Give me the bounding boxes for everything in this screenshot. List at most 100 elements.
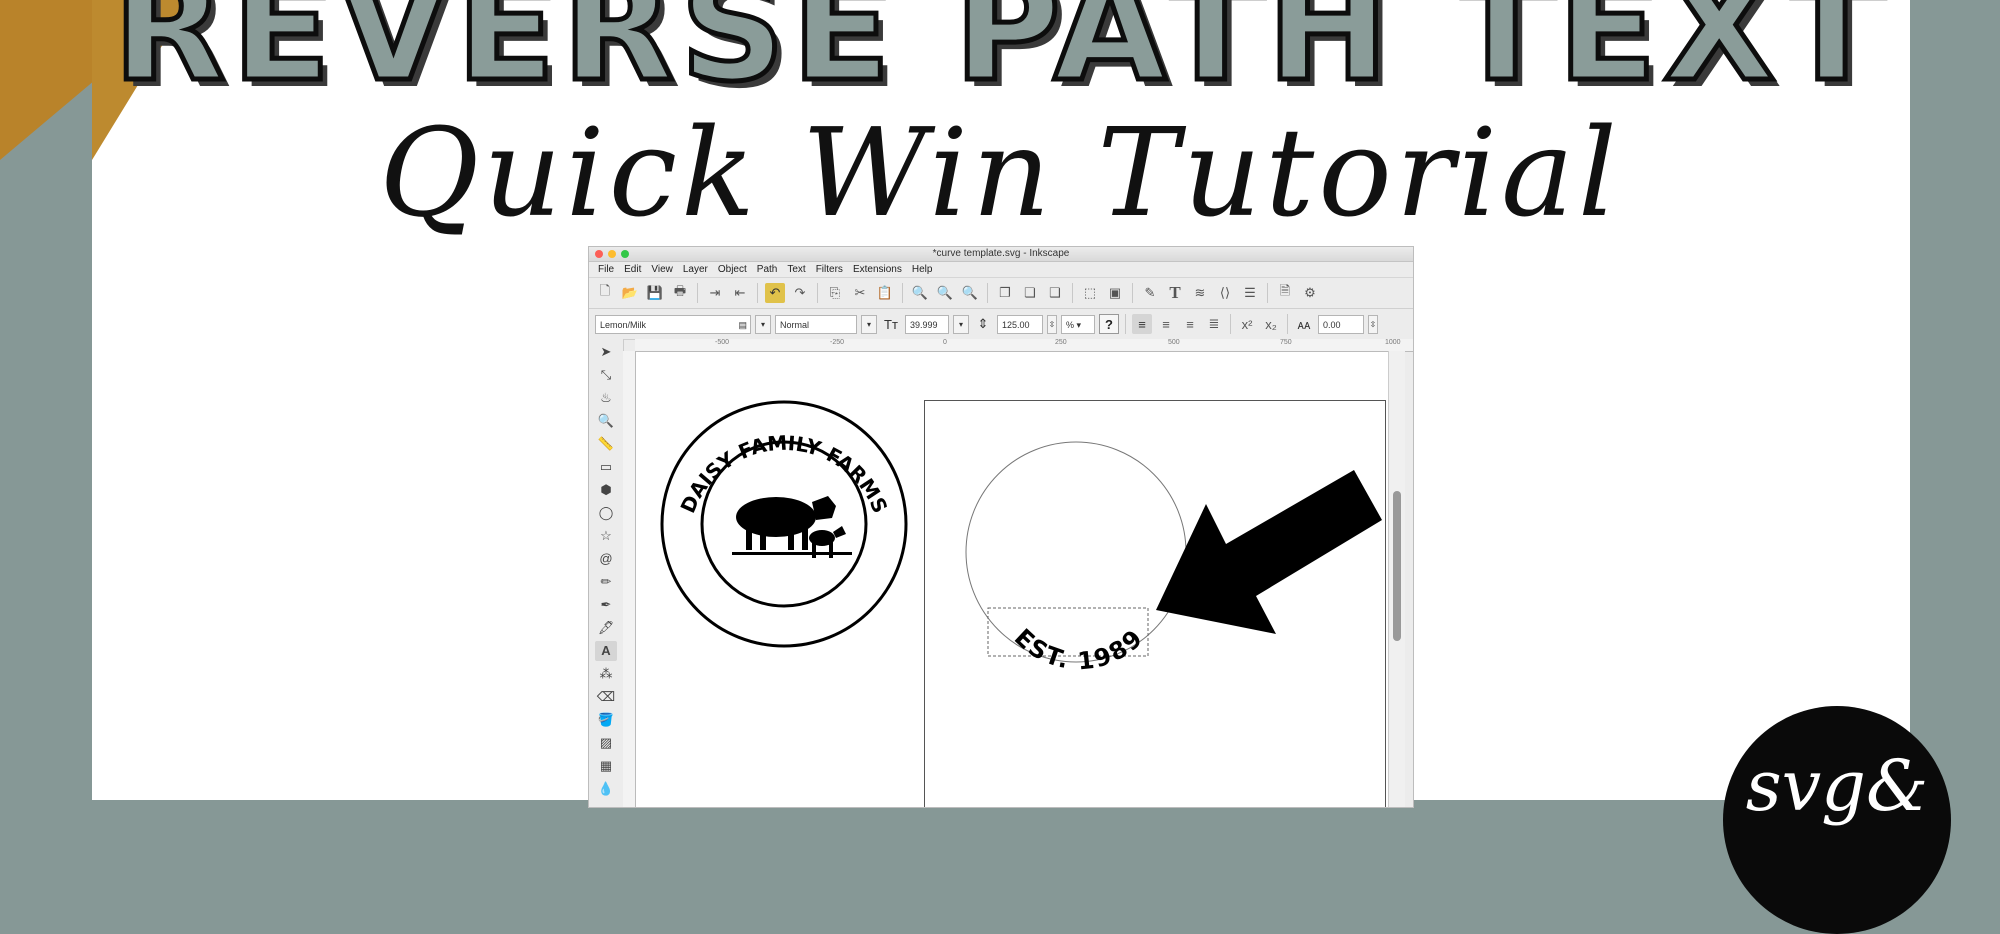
- font-size-dropdown[interactable]: ▾: [953, 314, 969, 334]
- save-icon[interactable]: 💾: [645, 283, 665, 303]
- font-style-dropdown[interactable]: ▾: [861, 314, 877, 334]
- toolbar-separator: [817, 283, 818, 303]
- letter-spacing-spinner[interactable]: ⇳: [1368, 314, 1378, 334]
- vertical-scrollbar[interactable]: [1388, 351, 1405, 807]
- fill-stroke-icon[interactable]: ✎: [1140, 283, 1160, 303]
- line-spacing-unit[interactable]: % ▾: [1061, 314, 1095, 334]
- text-tool-icon[interactable]: A: [595, 641, 617, 661]
- align-right-icon[interactable]: ≡: [1180, 314, 1200, 334]
- zoom-page-icon[interactable]: 🔍: [960, 283, 980, 303]
- gradient-tool-icon[interactable]: ▨: [595, 733, 617, 753]
- paint-bucket-tool-icon[interactable]: 🪣: [595, 710, 617, 730]
- unlink-clone-icon[interactable]: ❑: [1045, 283, 1065, 303]
- spiral-tool-icon[interactable]: @: [595, 549, 617, 569]
- ruler-tick: 500: [1168, 339, 1180, 346]
- undo-icon[interactable]: ↶: [765, 283, 785, 303]
- pen-tool-icon[interactable]: ✒: [595, 595, 617, 615]
- align-left-icon[interactable]: ≡: [1132, 314, 1152, 334]
- copy-icon[interactable]: ⎘: [825, 283, 845, 303]
- open-file-icon[interactable]: 📂: [620, 283, 640, 303]
- menu-filters[interactable]: Filters: [811, 262, 848, 277]
- paste-icon[interactable]: 📋: [875, 283, 895, 303]
- zoom-selection-icon[interactable]: 🔍: [910, 283, 930, 303]
- menu-text[interactable]: Text: [782, 262, 810, 277]
- layers-icon[interactable]: ≋: [1190, 283, 1210, 303]
- ungroup-icon[interactable]: ▣: [1105, 283, 1125, 303]
- measure-tool-icon[interactable]: 📏: [595, 434, 617, 454]
- redo-icon[interactable]: ↷: [790, 283, 810, 303]
- line-spacing-spinner[interactable]: ⇳: [1047, 314, 1057, 334]
- selector-tool-icon[interactable]: ➤: [595, 342, 617, 362]
- menu-edit[interactable]: Edit: [619, 262, 646, 277]
- 3d-box-tool-icon[interactable]: ⬢: [595, 480, 617, 500]
- font-style-field[interactable]: Normal: [775, 314, 857, 334]
- eraser-tool-icon[interactable]: ⌫: [595, 687, 617, 707]
- clone-icon[interactable]: ❏: [1020, 283, 1040, 303]
- new-document-icon[interactable]: 🗋: [595, 283, 615, 303]
- print-icon[interactable]: 🖶: [670, 283, 690, 303]
- superscript-icon[interactable]: x²: [1237, 314, 1257, 334]
- font-family-field[interactable]: Lemon/Milk ▤: [595, 314, 751, 334]
- vertical-ruler: [623, 351, 636, 807]
- document-properties-icon[interactable]: 🗎: [1275, 283, 1295, 303]
- export-icon[interactable]: ⇤: [730, 283, 750, 303]
- line-spacing-unit-value: %: [1066, 319, 1075, 330]
- ellipse-tool-icon[interactable]: ◯: [595, 503, 617, 523]
- ruler-tick: -250: [830, 339, 845, 346]
- font-size-field[interactable]: 39.999: [905, 314, 949, 334]
- preferences-icon[interactable]: ⚙: [1300, 283, 1320, 303]
- line-spacing-field[interactable]: 125.00: [997, 314, 1043, 334]
- window-titlebar: *curve template.svg - Inkscape: [589, 247, 1413, 262]
- menu-help[interactable]: Help: [907, 262, 938, 277]
- help-icon[interactable]: ?: [1099, 314, 1119, 334]
- align-distribute-icon[interactable]: ☰: [1240, 283, 1260, 303]
- scrollbar-thumb[interactable]: [1393, 491, 1401, 641]
- ruler-tick: 250: [1055, 339, 1067, 346]
- drawing-canvas[interactable]: DAISY FAMILY FARMS EST. 1989: [636, 352, 1389, 807]
- zoom-drawing-icon[interactable]: 🔍: [935, 283, 955, 303]
- text-font-icon[interactable]: T: [1165, 283, 1185, 303]
- canvas-artwork: DAISY FAMILY FARMS EST. 1989: [660, 400, 1382, 675]
- menu-view[interactable]: View: [646, 262, 678, 277]
- duplicate-icon[interactable]: ❐: [995, 283, 1015, 303]
- menu-file[interactable]: File: [593, 262, 619, 277]
- ruler-tick: 1000: [1385, 339, 1401, 346]
- pencil-tool-icon[interactable]: ✏: [595, 572, 617, 592]
- cow-silhouette-icon: [732, 496, 852, 558]
- import-icon[interactable]: ⇥: [705, 283, 725, 303]
- menu-path[interactable]: Path: [752, 262, 783, 277]
- font-family-dropdown[interactable]: ▾: [755, 314, 771, 334]
- cut-icon[interactable]: ✂: [850, 283, 870, 303]
- menu-extensions[interactable]: Extensions: [848, 262, 907, 277]
- menu-object[interactable]: Object: [713, 262, 752, 277]
- reversed-path-text-value: EST. 1989: [1009, 623, 1147, 675]
- guide-circle: [965, 441, 1187, 663]
- commands-toolbar: 🗋 📂 💾 🖶 ⇥ ⇤ ↶ ↷ ⎘ ✂ 📋 🔍 🔍 🔍 ❐ ❏ ❑ ⬚ ▣ ✎ …: [589, 278, 1413, 309]
- star-tool-icon[interactable]: ☆: [595, 526, 617, 546]
- letter-spacing-icon: ᴀᴀ: [1297, 316, 1311, 332]
- group-icon[interactable]: ⬚: [1080, 283, 1100, 303]
- subscript-icon[interactable]: x₂: [1261, 314, 1281, 334]
- justify-icon[interactable]: ≣: [1204, 314, 1224, 334]
- toolbar-separator: [1287, 314, 1288, 334]
- rectangle-tool-icon[interactable]: ▭: [595, 457, 617, 477]
- ruler-tick: 750: [1280, 339, 1292, 346]
- line-spacing-icon: ⇕: [977, 316, 989, 331]
- zoom-tool-icon[interactable]: 🔍: [595, 411, 617, 431]
- align-center-icon[interactable]: ≡: [1156, 314, 1176, 334]
- brand-logo-badge: svg&: [1723, 706, 1951, 934]
- mesh-tool-icon[interactable]: ▦: [595, 756, 617, 776]
- menu-bar: File Edit View Layer Object Path Text Fi…: [589, 262, 1413, 278]
- xml-editor-icon[interactable]: ⟨⟩: [1215, 283, 1235, 303]
- dropper-tool-icon[interactable]: 💧: [595, 779, 617, 799]
- tweak-tool-icon[interactable]: ♨: [595, 388, 617, 408]
- toolbar-separator: [987, 283, 988, 303]
- node-tool-icon[interactable]: ⤡: [595, 365, 617, 385]
- menu-layer[interactable]: Layer: [678, 262, 713, 277]
- toolbar-separator: [1072, 283, 1073, 303]
- pointer-arrow-icon: [1156, 470, 1382, 634]
- spray-tool-icon[interactable]: ⁂: [595, 664, 617, 684]
- letter-spacing-field[interactable]: 0.00: [1318, 314, 1364, 334]
- farm-logo-badge[interactable]: DAISY FAMILY FARMS: [660, 400, 908, 648]
- calligraphy-tool-icon[interactable]: 🖋: [595, 618, 617, 638]
